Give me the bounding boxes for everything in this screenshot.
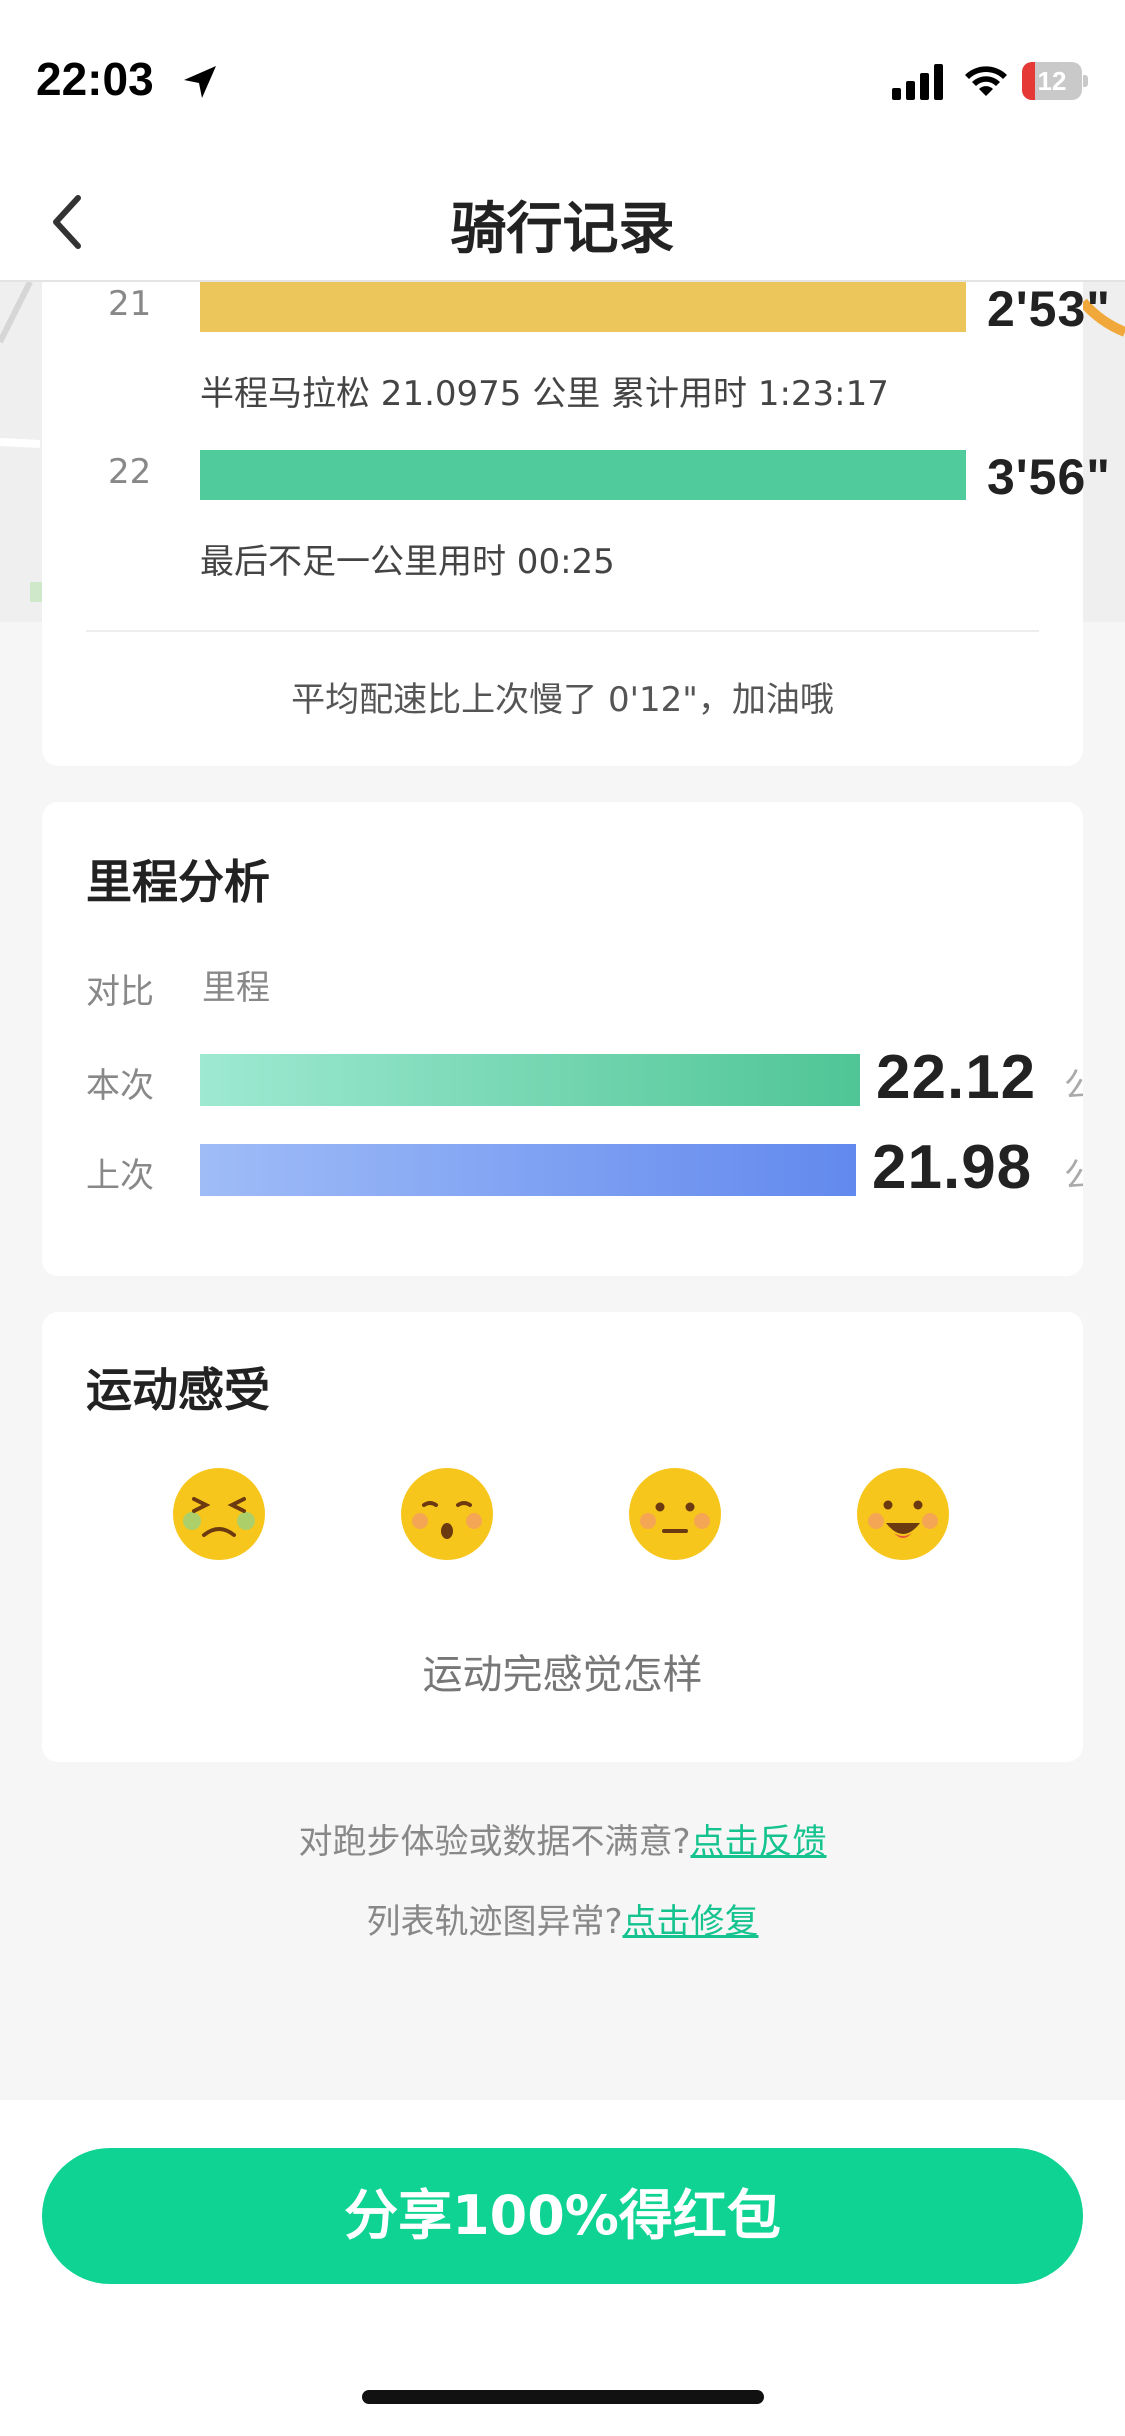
section-title: 里程分析 xyxy=(86,855,270,909)
split-time: 3'56" xyxy=(986,449,1111,505)
battery-level: 12 xyxy=(1037,66,1067,96)
divider xyxy=(86,630,1039,632)
previous-label: 上次 xyxy=(86,1156,154,1196)
bottom-action-area: 分享100%得红包 xyxy=(0,2100,1125,2436)
navigation-bar: 骑行记录 xyxy=(0,160,1125,282)
current-label: 本次 xyxy=(86,1066,154,1106)
status-time: 22:03 xyxy=(36,53,154,105)
repair-line: 列表轨迹图异常?点击修复 xyxy=(0,1894,1125,1943)
status-bar: 22:03 12 xyxy=(0,0,1125,160)
surprised-face-icon[interactable] xyxy=(400,1467,494,1561)
repair-link[interactable]: 点击修复 xyxy=(623,1902,759,1942)
previous-mileage-value: 21.98 xyxy=(872,1133,1033,1202)
pace-splits-card: 21 2'53" 半程马拉松 21.0975 公里 累计用时 1:23:17 2… xyxy=(42,281,1110,766)
compare-header: 对比 xyxy=(86,972,154,1012)
split-bar xyxy=(200,450,966,500)
battery-icon: 12 xyxy=(1022,62,1088,100)
wifi-icon xyxy=(965,66,1007,96)
tired-face-icon[interactable] xyxy=(172,1467,266,1561)
split-note: 最后不足一公里用时 00:25 xyxy=(200,542,615,582)
share-button[interactable]: 分享100%得红包 xyxy=(42,2148,1083,2284)
current-mileage-bar xyxy=(200,1054,860,1106)
repair-text: 列表轨迹图异常? xyxy=(366,1902,623,1942)
split-time: 2'53" xyxy=(986,281,1111,337)
split-note: 半程马拉松 21.0975 公里 累计用时 1:23:17 xyxy=(200,374,889,414)
home-indicator xyxy=(362,2390,764,2404)
metric-header: 里程 xyxy=(202,968,270,1008)
split-km-number: 21 xyxy=(108,284,152,324)
exercise-feeling-card: 运动感受 运动完感觉怎样 xyxy=(42,1312,1083,1762)
mileage-unit: 公 xyxy=(1064,1066,1083,1106)
split-km-number: 22 xyxy=(108,452,152,492)
feedback-text: 对跑步体验或数据不满意? xyxy=(298,1822,691,1862)
happy-face-icon[interactable] xyxy=(856,1467,950,1561)
page-title: 骑行记录 xyxy=(450,197,675,262)
previous-mileage-bar xyxy=(200,1144,856,1196)
feeling-prompt: 运动完感觉怎样 xyxy=(422,1652,703,1698)
neutral-face-icon[interactable] xyxy=(628,1467,722,1561)
location-arrow-icon xyxy=(184,66,216,98)
feedback-link[interactable]: 点击反馈 xyxy=(691,1822,827,1862)
mileage-analysis-card: 里程分析 对比 里程 本次 22.12 公 上次 21.98 公 xyxy=(42,802,1083,1276)
section-title: 运动感受 xyxy=(86,1363,270,1417)
split-bar xyxy=(200,282,966,332)
current-mileage-value: 22.12 xyxy=(876,1043,1037,1112)
mileage-unit: 公 xyxy=(1064,1156,1083,1196)
pace-summary: 平均配速比上次慢了 0'12"，加油哦 xyxy=(291,680,834,720)
cellular-signal-icon xyxy=(892,64,943,100)
feedback-line: 对跑步体验或数据不满意?点击反馈 xyxy=(0,1814,1125,1863)
